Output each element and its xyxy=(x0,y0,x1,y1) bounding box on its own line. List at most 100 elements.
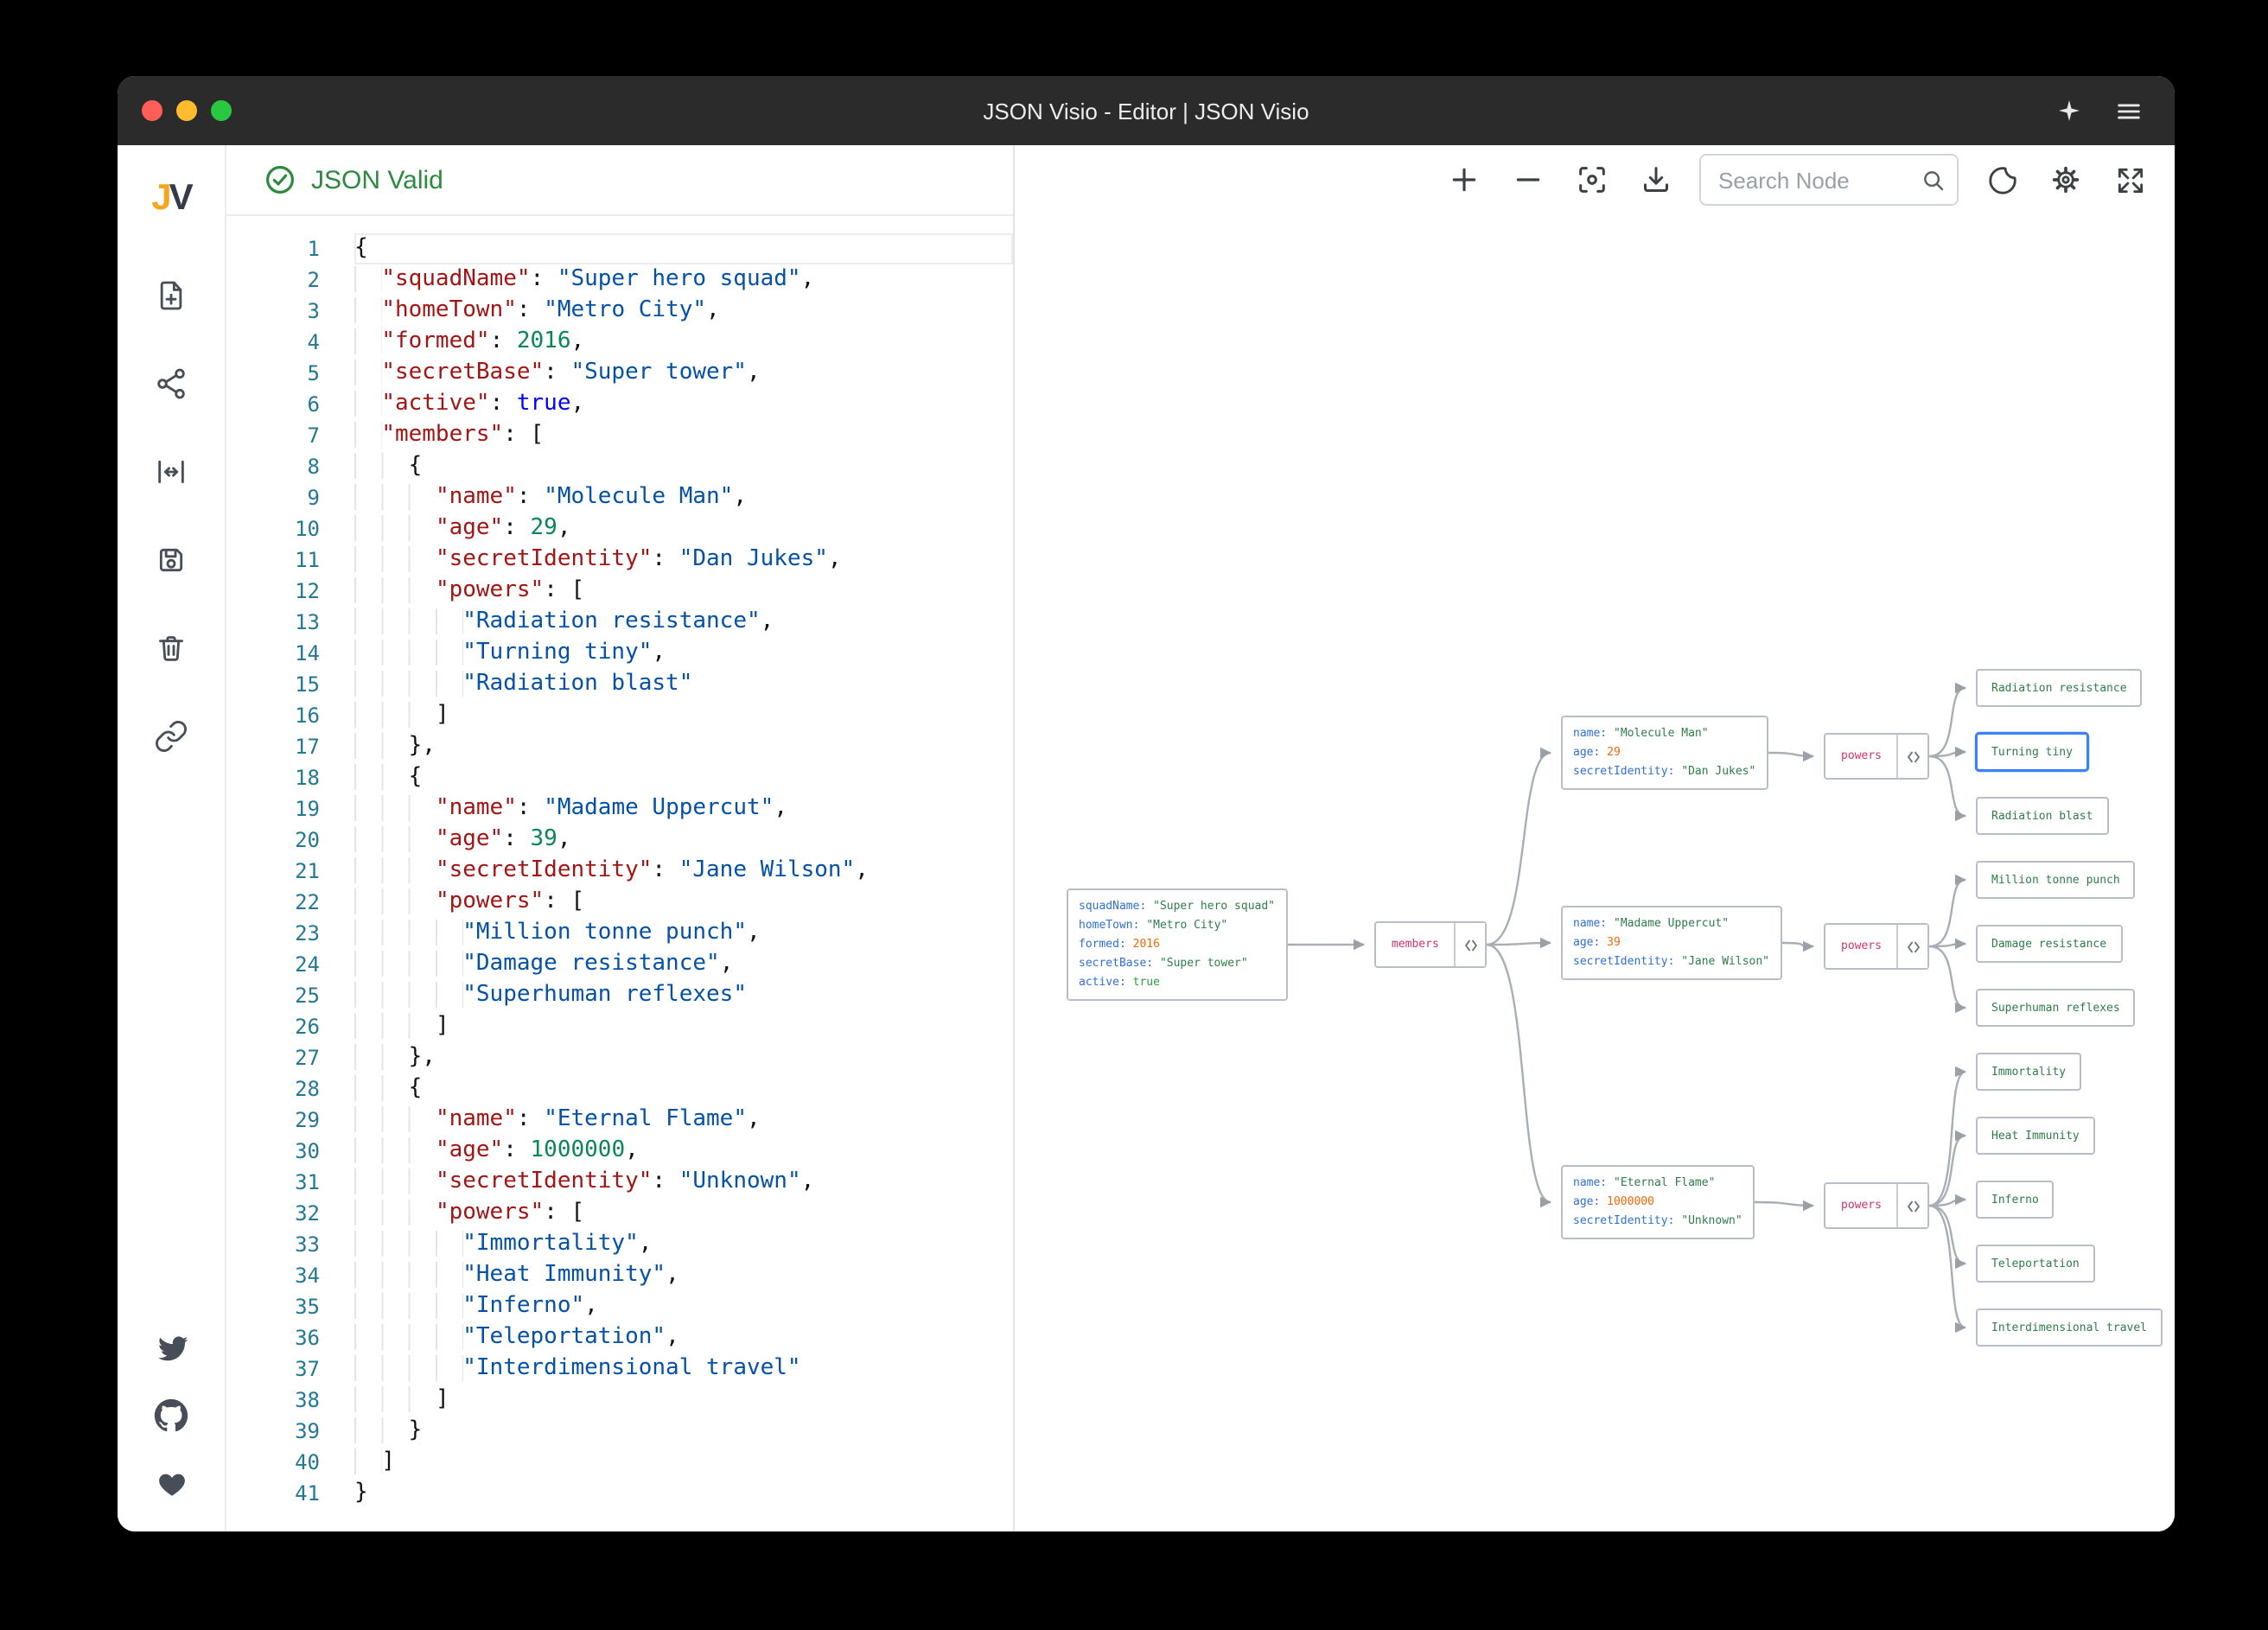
close-window-button[interactable] xyxy=(142,100,162,121)
code-line: 19 "name": "Madame Uppercut", xyxy=(226,793,1013,825)
graph-node-l2[interactable]: Turning tiny xyxy=(1976,733,2088,771)
collapse-node-icon[interactable] xyxy=(1454,923,1486,966)
code-line: 31 "secretIdentity": "Unknown", xyxy=(226,1167,1013,1198)
line-number: 38 xyxy=(295,1388,320,1412)
code-line-text: "Heat Immunity", xyxy=(354,1260,1013,1291)
delete-button[interactable] xyxy=(140,617,202,679)
zoom-window-button[interactable] xyxy=(211,100,232,121)
line-number: 26 xyxy=(295,1015,320,1039)
search-icon[interactable] xyxy=(1921,167,1946,193)
code-editor[interactable]: 1{2 "squadName": "Super hero squad", 3 "h… xyxy=(226,216,1013,1531)
graph-node-l5[interactable]: Damage resistance xyxy=(1976,925,2123,963)
graph-node-l3[interactable]: Radiation blast xyxy=(1976,797,2109,835)
center-view-button[interactable] xyxy=(1571,159,1613,201)
code-line: 16 ] xyxy=(226,700,1013,731)
zoom-out-button[interactable] xyxy=(1507,159,1549,201)
node-row: secretIdentity: "Dan Jukes" xyxy=(1573,764,1756,778)
graph-node-p3[interactable]: powers xyxy=(1824,1182,1930,1229)
node-text: Damage resistance xyxy=(1991,937,2107,951)
save-button[interactable] xyxy=(140,529,202,591)
code-line-text: "powers": [ xyxy=(354,887,1013,918)
code-line-text: { xyxy=(354,1073,1013,1105)
share-link-button[interactable] xyxy=(140,705,202,767)
graph-node-m2[interactable]: name: "Madame Uppercut" age: 39 secretIden… xyxy=(1561,906,1781,980)
gear-icon xyxy=(2052,166,2080,194)
line-number: 27 xyxy=(295,1046,320,1070)
code-line: 30 "age": 1000000, xyxy=(226,1136,1013,1167)
graph-node-l7[interactable]: Immortality xyxy=(1976,1053,2082,1091)
graph-node-l1[interactable]: Radiation resistance xyxy=(1976,669,2143,707)
graph-node-root[interactable]: squadName: "Super hero squad" homeTown: "… xyxy=(1067,888,1288,1001)
graph-node-l6[interactable]: Superhuman reflexes xyxy=(1976,989,2136,1027)
collapse-node-icon[interactable] xyxy=(1896,1184,1928,1227)
theme-toggle-button[interactable] xyxy=(1981,159,2023,201)
line-number: 33 xyxy=(295,1232,320,1257)
graph-node-l8[interactable]: Heat Immunity xyxy=(1976,1117,2095,1155)
download-button[interactable] xyxy=(1635,159,1677,201)
node-row: squadName: "Super hero squad" xyxy=(1079,899,1276,913)
validation-status: JSON Valid xyxy=(311,165,443,194)
graph-view-button[interactable] xyxy=(140,353,202,415)
graph-node-p2[interactable]: powers xyxy=(1824,923,1930,970)
graph-node-l9[interactable]: Inferno xyxy=(1976,1181,2055,1219)
fullscreen-button[interactable] xyxy=(2109,159,2150,201)
code-line: 39 } xyxy=(226,1416,1013,1447)
fit-width-button[interactable] xyxy=(140,441,202,503)
graph-node-l10[interactable]: Teleportation xyxy=(1976,1245,2095,1283)
code-line-text: { xyxy=(354,451,1013,482)
node-label: powers xyxy=(1841,1198,1882,1212)
menu-icon[interactable] xyxy=(2114,96,2144,125)
minimize-window-button[interactable] xyxy=(176,100,197,121)
collapse-node-icon[interactable] xyxy=(1896,925,1928,968)
code-line: 36 "Teleportation", xyxy=(226,1322,1013,1353)
node-text: Million tonne punch xyxy=(1991,873,2120,887)
line-number: 34 xyxy=(295,1264,320,1288)
node-text: Superhuman reflexes xyxy=(1991,1001,2120,1015)
graph-node-m1[interactable]: name: "Molecule Man" age: 29 secretIdentit… xyxy=(1561,716,1768,790)
code-line: 25 "Superhuman reflexes" xyxy=(226,980,1013,1011)
save-icon xyxy=(159,548,183,572)
code-line-text: "secretIdentity": "Jane Wilson", xyxy=(354,856,1013,887)
code-line: 26 ] xyxy=(226,1011,1013,1042)
code-line-text: "secretIdentity": "Unknown", xyxy=(354,1167,1013,1198)
code-line-text: "name": "Eternal Flame", xyxy=(354,1105,1013,1136)
graph-node-p1[interactable]: powers xyxy=(1824,733,1930,780)
sidebar: JV xyxy=(118,145,226,1531)
extensions-sparkle-icon[interactable] xyxy=(2055,97,2083,124)
graph-node-l4[interactable]: Million tonne punch xyxy=(1976,861,2136,899)
app-logo[interactable]: JV xyxy=(151,159,193,239)
line-number: 1 xyxy=(307,237,320,261)
node-row: name: "Molecule Man" xyxy=(1573,726,1709,740)
github-link[interactable] xyxy=(145,1395,197,1436)
code-line: 15 "Radiation blast" xyxy=(226,669,1013,700)
search-input[interactable] xyxy=(1699,154,1959,206)
settings-button[interactable] xyxy=(2045,159,2086,201)
code-line-text: } xyxy=(354,1416,1013,1447)
graph-node-members[interactable]: members xyxy=(1374,921,1488,968)
line-number: 40 xyxy=(295,1450,320,1474)
twitter-link[interactable] xyxy=(145,1328,197,1369)
line-number: 2 xyxy=(307,268,320,292)
node-label: powers xyxy=(1841,939,1882,952)
sponsor-link[interactable] xyxy=(145,1462,197,1504)
code-line: 29 "name": "Eternal Flame", xyxy=(226,1105,1013,1136)
line-number: 10 xyxy=(295,517,320,541)
trash-icon xyxy=(159,636,183,661)
line-number: 25 xyxy=(295,984,320,1008)
code-line: 34 "Heat Immunity", xyxy=(226,1260,1013,1291)
new-document-button[interactable] xyxy=(140,264,202,327)
line-number: 16 xyxy=(295,704,320,728)
line-number: 39 xyxy=(295,1419,320,1443)
zoom-in-button[interactable] xyxy=(1443,159,1485,201)
code-line: 38 ] xyxy=(226,1385,1013,1416)
valid-check-icon xyxy=(266,166,294,194)
code-line: 12 "powers": [ xyxy=(226,576,1013,607)
github-icon xyxy=(154,1398,188,1432)
code-line: 14 "Turning tiny", xyxy=(226,638,1013,669)
graph-node-l11[interactable]: Interdimensional travel xyxy=(1976,1308,2163,1347)
code-line: 17 }, xyxy=(226,731,1013,762)
file-plus-icon xyxy=(160,281,182,310)
graph-node-m3[interactable]: name: "Eternal Flame" age: 1000000 secretI… xyxy=(1561,1165,1755,1239)
collapse-node-icon[interactable] xyxy=(1896,735,1928,778)
heart-icon xyxy=(158,1473,184,1495)
